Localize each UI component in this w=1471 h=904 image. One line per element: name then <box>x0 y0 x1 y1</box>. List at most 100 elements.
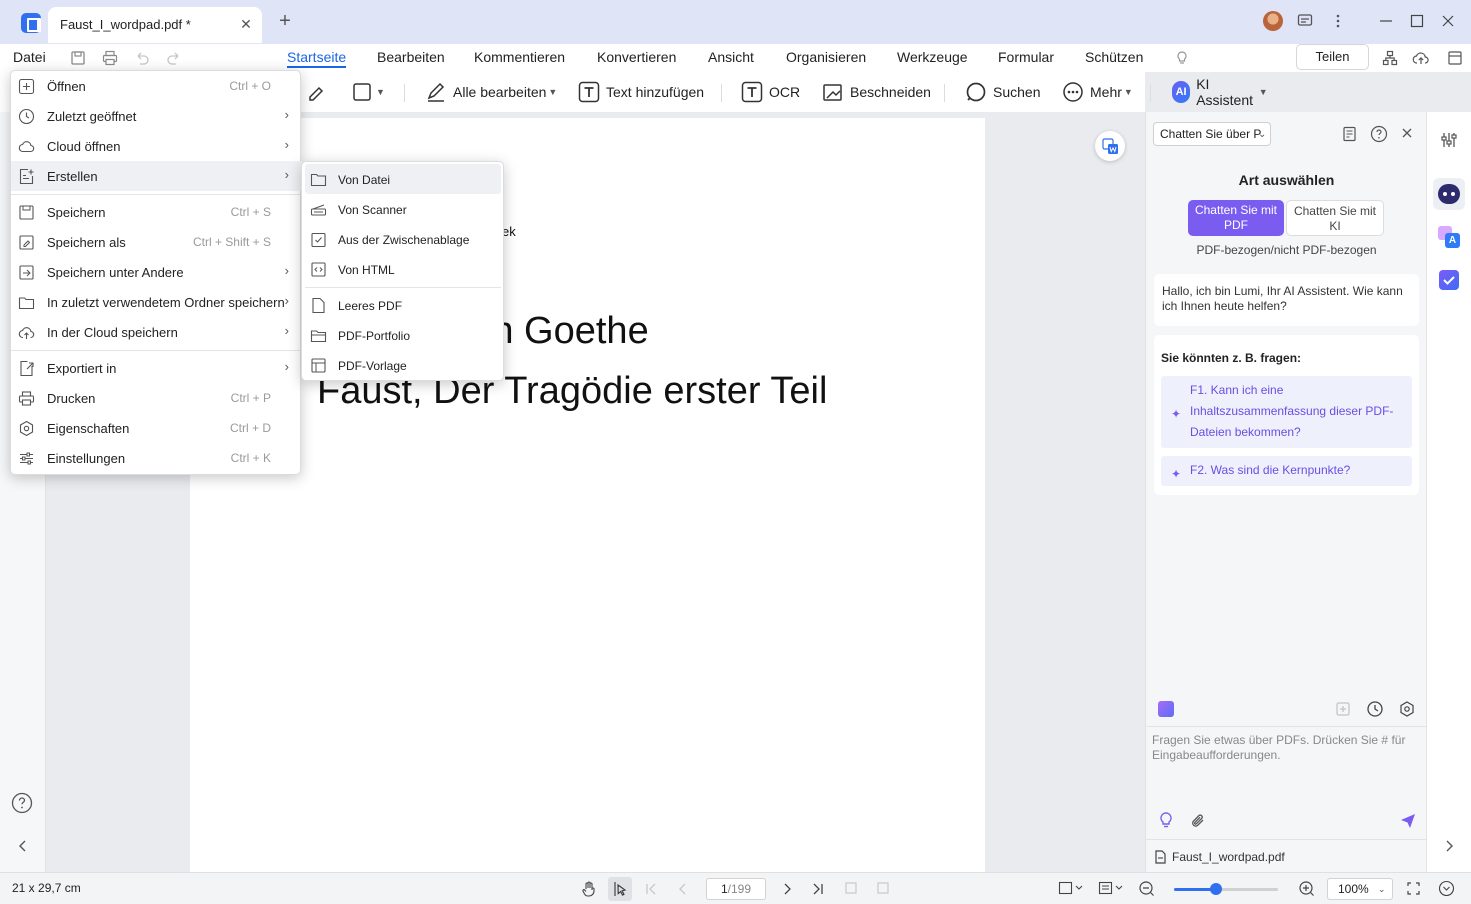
user-avatar[interactable] <box>1263 11 1283 31</box>
file-menu-button[interactable]: Datei <box>13 49 46 65</box>
rotate-right-icon[interactable] <box>875 880 891 896</box>
expand-right-icon[interactable] <box>1442 839 1456 853</box>
search-button[interactable]: Suchen <box>965 81 1040 103</box>
close-window-icon[interactable] <box>1440 13 1456 29</box>
translate-button[interactable] <box>1095 131 1125 161</box>
tab-schuetzen[interactable]: Schützen <box>1085 49 1143 65</box>
tab-startseite[interactable]: Startseite <box>287 49 346 65</box>
submenu-item-from-file[interactable]: Von Datei <box>305 164 501 194</box>
chat-with-pdf-button[interactable]: Chatten Sie mit PDF <box>1188 200 1284 236</box>
menu-item-print[interactable]: Drucken Ctrl + P <box>11 383 302 413</box>
submenu-item-portfolio[interactable]: PDF-Portfolio <box>305 320 501 350</box>
zoom-in-icon[interactable] <box>1298 880 1315 897</box>
suggestion-item[interactable]: ✦ F1. Kann ich eine Inhaltszusammenfassu… <box>1161 376 1412 448</box>
collapse-down-icon[interactable] <box>1438 880 1455 897</box>
hand-tool-icon[interactable] <box>580 880 598 898</box>
close-panel-icon[interactable] <box>1399 125 1415 141</box>
tab-formular[interactable]: Formular <box>998 49 1054 65</box>
feedback-icon[interactable] <box>1297 13 1313 29</box>
print-icon[interactable] <box>101 49 119 67</box>
help-icon[interactable] <box>1370 125 1388 143</box>
more-vertical-icon[interactable] <box>1330 13 1346 29</box>
menu-item-open[interactable]: Öffnen Ctrl + O <box>11 71 302 101</box>
send-icon[interactable] <box>1399 812 1417 830</box>
next-page-icon[interactable] <box>780 882 794 896</box>
tab-konvertieren[interactable]: Konvertieren <box>597 49 676 65</box>
ai-assistant-button[interactable]: AI KI Assistent ▼ <box>1172 76 1268 108</box>
menu-item-create[interactable]: Erstellen › <box>11 161 302 191</box>
chat-with-ai-button[interactable]: Chatten Sie mit KI <box>1286 200 1384 236</box>
submenu-item-from-scanner[interactable]: Von Scanner <box>305 194 501 224</box>
menu-item-cloud-open[interactable]: Cloud öffnen › <box>11 131 302 161</box>
panel-icon[interactable] <box>1446 49 1464 67</box>
tab-ansicht[interactable]: Ansicht <box>708 49 754 65</box>
lightbulb-icon[interactable] <box>1173 49 1191 67</box>
translate-icon[interactable]: A <box>1438 226 1460 248</box>
undo-icon[interactable] <box>133 49 151 67</box>
chat-mode-dropdown[interactable]: Chatten Sie über P ⌄ <box>1153 122 1271 146</box>
maximize-icon[interactable] <box>1409 13 1425 29</box>
zoom-slider[interactable] <box>1174 883 1278 895</box>
last-page-icon[interactable] <box>811 882 825 896</box>
attachment-icon[interactable] <box>1189 812 1207 830</box>
new-tab-icon[interactable]: + <box>276 11 294 31</box>
collapse-left-icon[interactable] <box>16 839 30 853</box>
highlighter-tool[interactable] <box>304 81 326 103</box>
edit-all-button[interactable]: Alle bearbeiten ▼ <box>425 81 557 103</box>
submenu-item-from-clipboard[interactable]: Aus der Zwischenablage <box>305 224 501 254</box>
page-number-input[interactable]: 1/199 <box>706 878 766 900</box>
crop-button[interactable]: Beschneiden <box>822 81 931 103</box>
menu-item-settings[interactable]: Einstellungen Ctrl + K <box>11 443 302 473</box>
submenu-item-from-html[interactable]: Von HTML <box>305 254 501 284</box>
submenu-item-blank-pdf[interactable]: Leeres PDF <box>305 290 501 320</box>
suggestion-item[interactable]: ✦ F2. Was sind die Kernpunkte? <box>1161 456 1412 486</box>
tab-organisieren[interactable]: Organisieren <box>786 49 866 65</box>
tab-bearbeiten[interactable]: Bearbeiten <box>377 49 445 65</box>
prev-page-icon[interactable] <box>676 882 690 896</box>
page-layout-icon[interactable] <box>1098 880 1124 896</box>
new-chat-icon[interactable] <box>1334 700 1352 718</box>
fit-page-icon[interactable] <box>1058 880 1084 896</box>
ai-robot-button[interactable] <box>1433 178 1465 210</box>
menu-item-save-other[interactable]: Speichern unter Andere › <box>11 257 302 287</box>
first-page-icon[interactable] <box>644 882 658 896</box>
attached-file[interactable]: Faust_I_wordpad.pdf <box>1146 839 1427 872</box>
settings-icon[interactable] <box>1398 700 1416 718</box>
submenu-item-template[interactable]: PDF-Vorlage <box>305 350 501 380</box>
share-button[interactable]: Teilen <box>1296 44 1369 70</box>
zoom-level-select[interactable]: 100% ⌄ <box>1327 878 1393 900</box>
zoom-slider-knob[interactable] <box>1209 883 1222 895</box>
add-text-button[interactable]: Text hinzufügen <box>578 81 704 103</box>
menu-item-save[interactable]: Speichern Ctrl + S <box>11 197 302 227</box>
menu-item-export[interactable]: Exportiert in › <box>11 353 302 383</box>
chat-input[interactable]: Fragen Sie etwas über PDFs. Drücken Sie … <box>1147 726 1426 836</box>
help-icon[interactable] <box>11 792 33 814</box>
save-icon[interactable] <box>69 49 87 67</box>
zoom-out-icon[interactable] <box>1138 880 1155 897</box>
task-check-icon[interactable] <box>1439 270 1459 290</box>
more-button[interactable]: Mehr ▼ <box>1062 81 1133 103</box>
minimize-icon[interactable] <box>1378 13 1394 29</box>
app-logo-icon[interactable] <box>21 13 41 33</box>
menu-item-recent[interactable]: Zuletzt geöffnet › <box>11 101 302 131</box>
prompt-library-icon[interactable] <box>1158 701 1174 717</box>
lightbulb-icon[interactable] <box>1158 811 1174 829</box>
menu-item-save-as[interactable]: Speichern als Ctrl + Shift + S <box>11 227 302 257</box>
select-tool-button[interactable] <box>608 877 632 901</box>
menu-item-properties[interactable]: Eigenschaften Ctrl + D <box>11 413 302 443</box>
menu-item-save-recent-folder[interactable]: In zuletzt verwendetem Ordner speichern … <box>11 287 302 317</box>
tab-werkzeuge[interactable]: Werkzeuge <box>897 49 968 65</box>
redo-icon[interactable] <box>165 49 183 67</box>
network-icon[interactable] <box>1381 49 1399 67</box>
fullscreen-icon[interactable] <box>1406 881 1421 896</box>
tab-kommentieren[interactable]: Kommentieren <box>474 49 565 65</box>
rotate-left-icon[interactable] <box>843 880 859 896</box>
menu-item-save-cloud[interactable]: In der Cloud speichern › <box>11 317 302 347</box>
properties-sliders-icon[interactable] <box>1439 130 1459 150</box>
cloud-upload-icon[interactable] <box>1412 49 1430 67</box>
document-tab[interactable]: Faust_I_wordpad.pdf * ✕ <box>48 7 262 43</box>
close-tab-icon[interactable]: ✕ <box>238 16 254 32</box>
summary-icon[interactable] <box>1341 125 1359 143</box>
ocr-button[interactable]: OCR <box>741 81 800 103</box>
shape-tool[interactable]: ▼ <box>352 81 385 103</box>
